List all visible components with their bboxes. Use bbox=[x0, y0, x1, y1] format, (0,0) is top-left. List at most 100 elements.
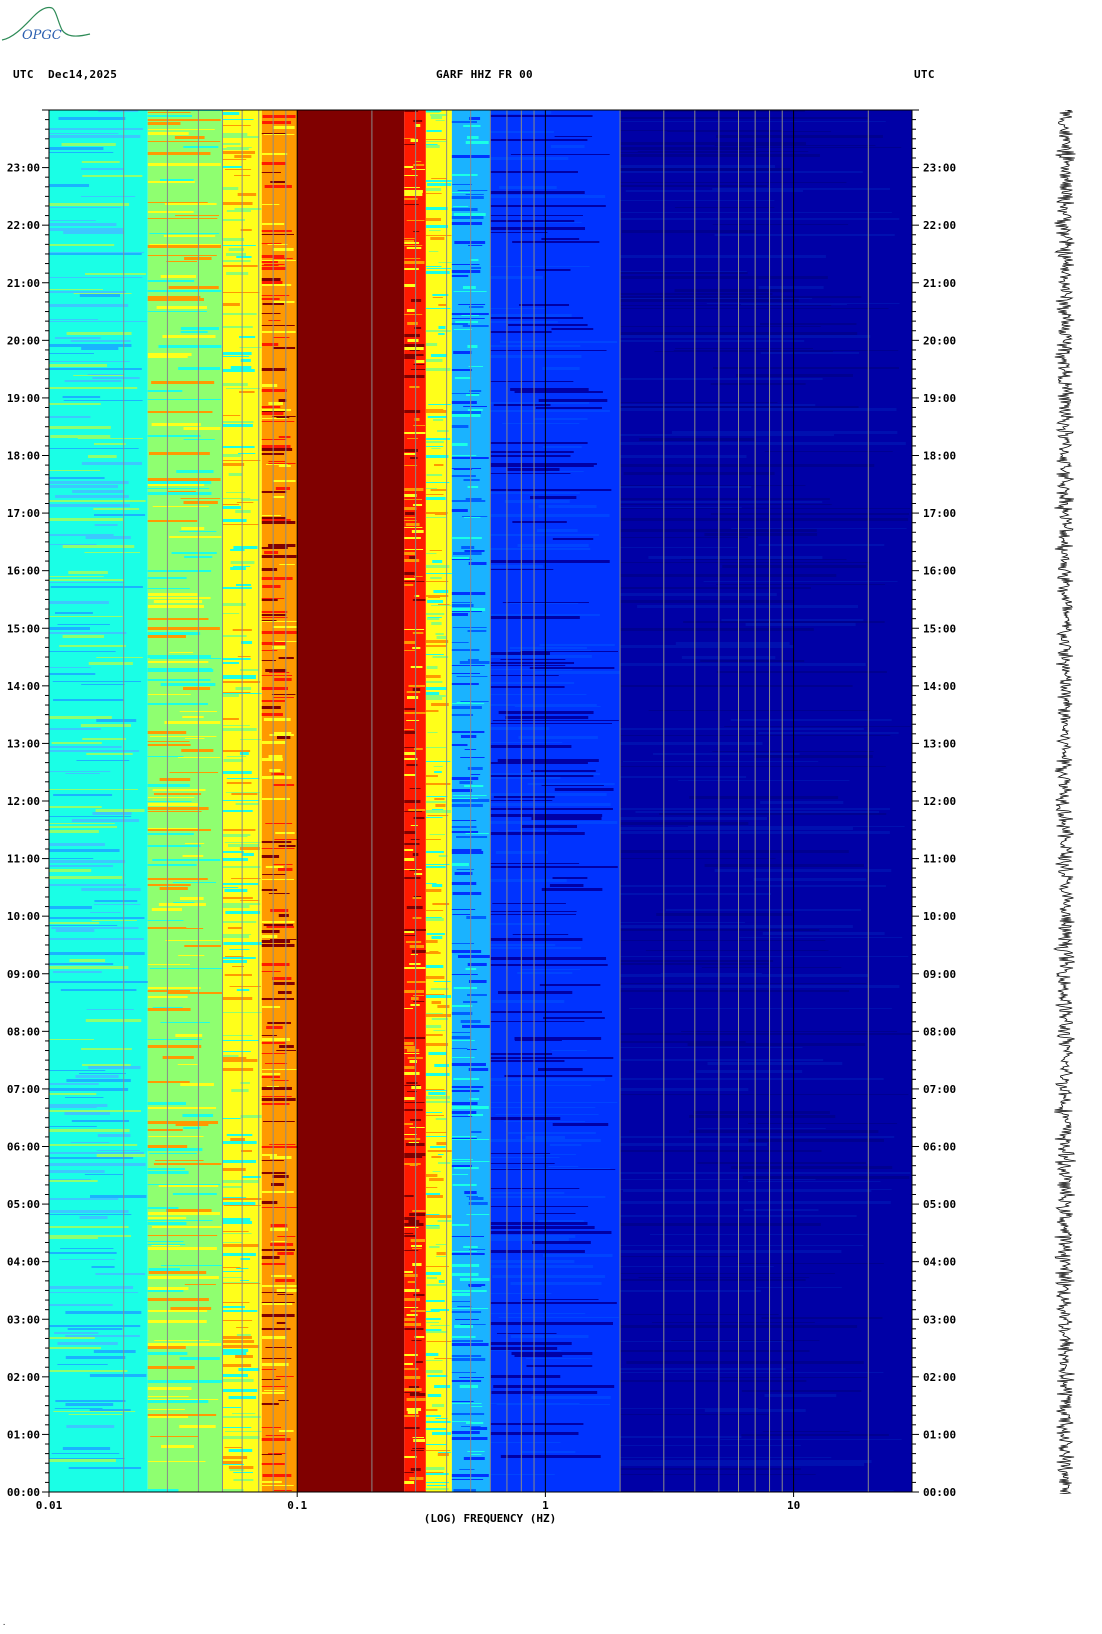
streak bbox=[273, 784, 295, 786]
streak bbox=[222, 960, 247, 963]
streak bbox=[147, 296, 201, 298]
streak bbox=[222, 694, 239, 697]
streak bbox=[425, 1353, 439, 1356]
streak bbox=[222, 1456, 248, 1459]
streak bbox=[429, 230, 441, 231]
streak bbox=[404, 334, 420, 337]
streak bbox=[451, 264, 480, 265]
streak bbox=[49, 1157, 134, 1159]
streak bbox=[49, 319, 99, 320]
streak bbox=[159, 179, 194, 181]
streak bbox=[430, 354, 448, 357]
streak bbox=[411, 1248, 422, 1249]
streak bbox=[226, 210, 251, 212]
streak bbox=[623, 472, 775, 475]
streak bbox=[147, 668, 212, 669]
streak bbox=[413, 425, 426, 426]
streak bbox=[273, 337, 290, 338]
streak bbox=[413, 1294, 425, 1296]
streak bbox=[404, 1318, 416, 1321]
streak bbox=[490, 957, 607, 960]
streak bbox=[234, 155, 252, 158]
streak bbox=[147, 627, 220, 630]
streak bbox=[49, 1292, 139, 1293]
streak bbox=[620, 504, 832, 505]
streak bbox=[412, 1448, 425, 1449]
streak bbox=[451, 1136, 477, 1137]
streak bbox=[409, 1213, 426, 1216]
streak bbox=[261, 172, 281, 173]
streak bbox=[275, 1376, 294, 1377]
streak bbox=[451, 608, 486, 611]
streak bbox=[412, 1263, 422, 1266]
streak bbox=[451, 1372, 477, 1373]
streak bbox=[271, 1275, 292, 1277]
streak bbox=[265, 1347, 292, 1348]
streak bbox=[261, 555, 297, 558]
streak bbox=[425, 488, 438, 489]
streak bbox=[490, 808, 613, 810]
streak bbox=[407, 322, 418, 325]
streak bbox=[184, 945, 221, 947]
streak bbox=[261, 1454, 282, 1455]
streak bbox=[222, 112, 240, 115]
streak bbox=[454, 872, 473, 875]
streak bbox=[425, 1226, 440, 1229]
streak bbox=[490, 775, 594, 777]
x-tick-label: 1 bbox=[542, 1499, 549, 1512]
streak bbox=[456, 702, 472, 703]
streak bbox=[49, 966, 129, 969]
streak bbox=[503, 1121, 585, 1122]
streak bbox=[620, 850, 849, 853]
streak bbox=[451, 1301, 471, 1302]
streak bbox=[517, 544, 589, 547]
streak bbox=[427, 1195, 443, 1198]
streak bbox=[425, 817, 443, 818]
streak bbox=[49, 667, 91, 668]
streak bbox=[411, 1450, 424, 1451]
streak bbox=[261, 448, 293, 451]
streak bbox=[276, 1289, 297, 1292]
streak bbox=[455, 1319, 479, 1320]
streak bbox=[404, 1123, 414, 1125]
streak bbox=[235, 1355, 253, 1358]
streak bbox=[451, 1012, 473, 1015]
streak bbox=[510, 388, 589, 391]
streak bbox=[147, 1414, 217, 1416]
streak bbox=[425, 940, 438, 943]
y-tick-label-right: 02:00 bbox=[923, 1371, 956, 1384]
streak bbox=[261, 620, 277, 621]
streak bbox=[451, 826, 477, 828]
streak bbox=[701, 967, 842, 968]
streak bbox=[490, 1250, 585, 1253]
streak bbox=[620, 171, 863, 173]
streak bbox=[451, 1355, 482, 1357]
streak bbox=[620, 200, 775, 201]
streak bbox=[86, 1009, 134, 1010]
streak bbox=[425, 1174, 438, 1177]
streak bbox=[261, 921, 295, 923]
streak bbox=[620, 293, 773, 295]
streak bbox=[404, 1427, 420, 1429]
streak bbox=[411, 1340, 422, 1341]
streak bbox=[405, 941, 422, 943]
streak bbox=[490, 803, 611, 806]
streak bbox=[748, 1123, 898, 1124]
streak bbox=[49, 152, 114, 153]
streak bbox=[272, 416, 296, 417]
streak bbox=[153, 600, 203, 603]
streak bbox=[49, 252, 145, 253]
streak bbox=[451, 1380, 482, 1382]
streak bbox=[427, 815, 449, 816]
streak bbox=[404, 931, 415, 933]
streak bbox=[620, 985, 900, 988]
streak bbox=[404, 559, 420, 562]
streak bbox=[671, 1340, 820, 1341]
streak bbox=[184, 738, 205, 739]
streak bbox=[404, 242, 420, 244]
streak bbox=[425, 207, 448, 210]
streak bbox=[147, 1045, 202, 1048]
streak bbox=[451, 820, 477, 821]
streak bbox=[49, 481, 129, 484]
streak bbox=[490, 1235, 576, 1238]
